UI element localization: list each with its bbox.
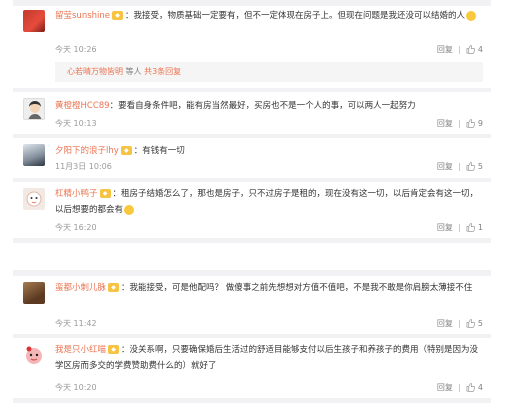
like-count: 1 [477,223,483,232]
reply-button[interactable]: 回复 [437,162,453,171]
comment-meta: 今天 10:26 回复 4 [55,44,483,56]
comment-text: ：要看自身条件吧，能有房当然最好，买房也不是一个人的事，可以两人一起努力 [109,101,416,111]
comments-panel-top: 留莹sunshine ◆ ：我接受，物质基础一定要有，但不一定体现在房子上。但现在问… [13,0,491,243]
comment-content: 留莹sunshine ◆ ：我接受，物质基础一定要有，但不一定体现在房子上。但现在问… [55,8,483,24]
comment-content: 黄橙橙HCC89：要看自身条件吧，能有房当然最好，买房也不是一个人的事，可以两人… [55,98,483,114]
member-badge-icon: ◆ [99,189,111,198]
comment-item: 夕阳下的浪子lhy ◆ ：有钱有一切 11月3日 10:06 回复 5 [13,138,491,178]
avatar[interactable] [23,98,45,120]
comment-actions: 回复 4 [431,44,483,56]
comment-time: 今天 11:42 [55,319,97,328]
comment-text: ：我能接受，可是他配吗？ 做傻事之前先想想对方值不值吧，不是我不敢是你肩膀太薄接… [121,283,473,293]
comment-item: 蛮都小刺儿脉 ◆ ：我能接受，可是他配吗？ 做傻事之前先想想对方值不值吧，不是我不敢… [13,276,491,334]
comment-actions: 回复 5 [431,318,483,330]
like-count: 9 [477,119,483,128]
comment-actions: 回复 4 [431,382,483,394]
thumbs-up-icon[interactable] [466,119,475,128]
avatar[interactable] [23,282,45,304]
avatar[interactable] [23,144,45,166]
comment-time: 今天 10:13 [55,119,97,128]
avatar[interactable] [23,188,45,210]
divider [458,319,460,328]
comment-actions: 回复 1 [431,222,483,234]
comment-meta: 今天 16:20 回复 1 [55,222,483,234]
thumbs-up-icon[interactable] [466,383,475,392]
thumbs-up-icon[interactable] [466,45,475,54]
thumbs-up-icon[interactable] [466,162,475,171]
reply-button[interactable]: 回复 [437,223,453,232]
comment-username[interactable]: 黄橙橙HCC89 [55,101,110,111]
comment-username[interactable]: 留莹sunshine [55,11,110,21]
comment-item: 杠精小鸭子 ◆ ：租房子结婚怎么了，那也是房子，只不过房子是租的，现在没有这一切，以… [13,182,491,238]
sub-replies-summary: 心若晴万物皆明 等人 共3条回复 [55,62,483,82]
like-count: 4 [477,383,483,392]
comment-actions: 回复 9 [431,118,483,130]
member-badge-icon: ◆ [108,345,120,354]
comments-panel-bottom: 蛮都小刺儿脉 ◆ ：我能接受，可是他配吗？ 做傻事之前先想想对方值不值吧，不是我不敢… [13,270,491,403]
comment-item: 留莹sunshine ◆ ：我接受，物质基础一定要有，但不一定体现在房子上。但现在问… [13,6,491,88]
divider [458,45,460,54]
reply-button[interactable]: 回复 [437,119,453,128]
reply-button[interactable]: 回复 [437,383,453,392]
comment-content: 我是只小红喵 ◆ ：没关系啊，只要确保婚后生活过的舒适目能够支付以后生孩子和养孩子的… [55,342,483,374]
comment-meta: 今天 10:13 回复 9 [55,118,483,130]
comment-content: 蛮都小刺儿脉 ◆ ：我能接受，可是他配吗？ 做傻事之前先想想对方值不值吧，不是我不敢… [55,280,483,296]
comment-meta: 11月3日 10:06 回复 5 [55,161,483,173]
member-badge-icon: ◆ [112,11,123,20]
reply-text: 等人 [125,67,142,76]
comment-actions: 回复 5 [431,161,483,173]
divider [458,223,460,232]
thumbs-up-icon[interactable] [466,223,475,232]
like-count: 5 [477,319,483,328]
comment-time: 11月3日 10:06 [55,162,112,171]
member-badge-icon: ◆ [120,146,132,155]
comment-username[interactable]: 夕阳下的浪子lhy [55,146,119,156]
avatar[interactable] [23,10,45,32]
reply-username[interactable]: 心若晴万物皆明 [67,67,123,76]
comment-username[interactable]: 蛮都小刺儿脉 [55,283,106,293]
comment-content: 杠精小鸭子 ◆ ：租房子结婚怎么了，那也是房子，只不过房子是租的，现在没有这一切，以… [55,186,483,218]
comment-text: ：我接受，物质基础一定要有，但不一定体现在房子上。但现在问题是我还没可以结婚的人 [125,11,466,21]
reply-button[interactable]: 回复 [437,319,453,328]
comment-content: 夕阳下的浪子lhy ◆ ：有钱有一切 [55,143,483,159]
comment-username[interactable]: 杠精小鸭子 [55,189,98,199]
comment-meta: 今天 11:42 回复 5 [55,318,483,330]
like-count: 5 [477,162,483,171]
comment-text: ：租房子结婚怎么了，那也是房子，只不过房子是租的，现在没有这一切，以后肯定会有这… [55,189,479,215]
member-badge-icon: ◆ [108,283,120,292]
comment-username[interactable]: 我是只小红喵 [55,345,106,355]
divider [458,383,460,392]
divider [458,119,460,128]
view-replies-link[interactable]: 共3条回复 [144,67,181,76]
smile-emoji-icon [466,10,477,21]
reply-button[interactable]: 回复 [437,45,453,54]
comment-text: ：有钱有一切 [133,146,185,156]
thumbs-up-icon[interactable] [466,319,475,328]
comment-item: 黄橙橙HCC89：要看自身条件吧，能有房当然最好，买房也不是一个人的事，可以两人… [13,92,491,134]
avatar[interactable] [23,344,45,366]
like-count: 4 [477,45,483,54]
divider [458,162,460,171]
comment-meta: 今天 10:20 回复 4 [55,382,483,394]
comment-time: 今天 10:20 [55,383,97,392]
laugh-emoji-icon [124,204,135,215]
comment-item: 我是只小红喵 ◆ ：没关系啊，只要确保婚后生活过的舒适目能够支付以后生孩子和养孩子的… [13,338,491,398]
comment-time: 今天 16:20 [55,223,97,232]
comment-time: 今天 10:26 [55,45,97,54]
